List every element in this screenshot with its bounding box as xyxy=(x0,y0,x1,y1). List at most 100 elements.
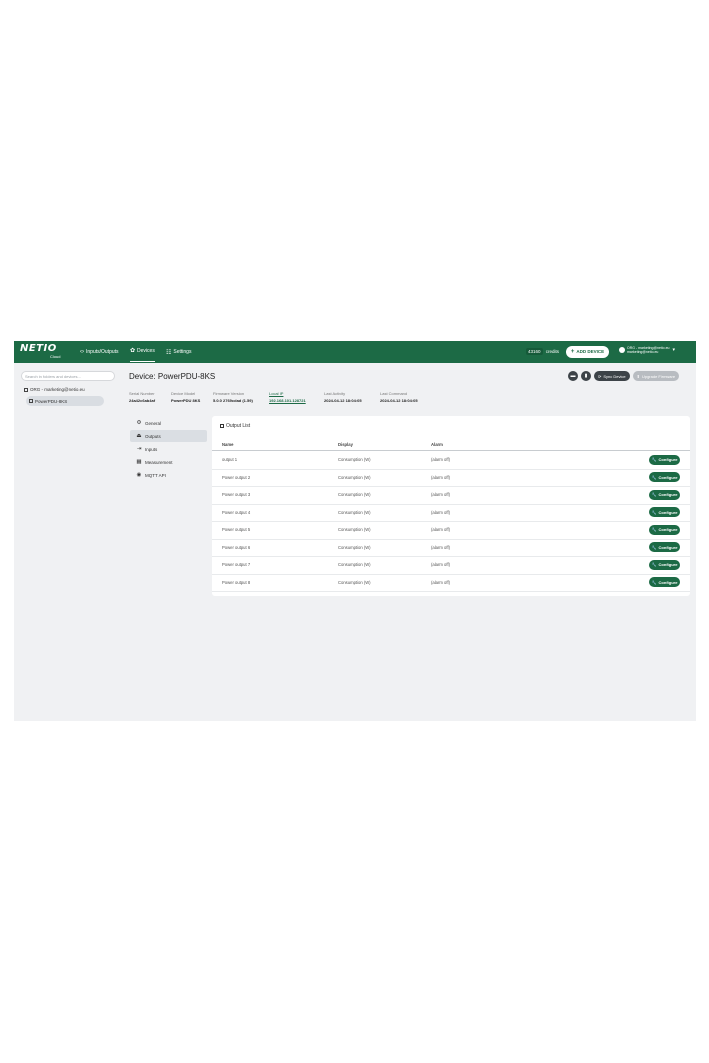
top-bar: NETIO Cloud ‹› Inputs/Outputs ✿ Devices … xyxy=(14,341,696,363)
output-alarm: (alarm off) xyxy=(431,474,451,480)
configure-button[interactable]: 🔧 Configure xyxy=(649,542,680,552)
output-name: Power output 4 xyxy=(222,509,251,515)
output-list-panel: Output List Name Display Alarm output 1 C… xyxy=(212,416,690,596)
folder-icon xyxy=(24,387,28,392)
wrench-icon: 🔧 xyxy=(651,474,657,480)
app-window: NETIO Cloud ‹› Inputs/Outputs ✿ Devices … xyxy=(14,341,696,721)
menu-inputs[interactable]: ⇥ Inputs xyxy=(130,443,207,455)
output-name: output 1 xyxy=(222,457,238,463)
output-alarm: (alarm off) xyxy=(431,527,451,533)
configure-button[interactable]: 🔧 Configure xyxy=(649,559,680,570)
chevron-down-icon: ▾ xyxy=(672,347,675,353)
tree-org-label: ORG - marketing@netio.eu xyxy=(30,387,85,392)
local-ip-link[interactable]: 192.168.101.128721 xyxy=(269,398,306,403)
info-model: Device Model PowerPDU 8KS xyxy=(171,391,200,403)
menu-general[interactable]: ⚙ General xyxy=(130,417,207,429)
panel-title: Output List xyxy=(226,423,251,429)
output-display: Consumption (W) xyxy=(338,544,371,550)
info-key: Last Activity xyxy=(324,391,346,396)
column-header-display: Display xyxy=(338,441,353,447)
output-alarm: (alarm off) xyxy=(431,562,451,568)
output-display: Consumption (W) xyxy=(338,457,371,463)
device-actions: ▬ ▮ ⟳ Sync Device ⬆ Upgrade Firmware xyxy=(568,371,680,381)
credits-value: 43160 xyxy=(526,348,543,355)
info-value: 2024-04-12 18:04:05 xyxy=(380,398,418,403)
output-name: Power output 7 xyxy=(222,562,251,568)
info-local-ip: Local IP 192.168.101.128721 xyxy=(269,391,306,403)
menu-measurement[interactable]: ▦ Measurement xyxy=(130,456,207,468)
info-value: 2024-04-12 18:04:05 xyxy=(324,398,362,403)
configure-button[interactable]: 🔧 Configure xyxy=(649,472,680,482)
api-icon: ◉ xyxy=(136,472,142,478)
configure-label: Configure xyxy=(658,492,678,497)
wrench-icon: 🔧 xyxy=(651,509,657,515)
table-row: output 1 Consumption (W) (alarm off) 🔧 Confi… xyxy=(212,451,690,470)
output-display: Consumption (W) xyxy=(338,562,371,568)
configure-button[interactable]: 🔧 Configure xyxy=(649,507,680,517)
output-name: Power output 2 xyxy=(222,474,251,480)
list-icon xyxy=(220,424,224,428)
output-display: Consumption (W) xyxy=(338,492,371,498)
info-firmware: Firmware Version 5.0.0 2769cdad (1.59) xyxy=(213,391,253,403)
output-display: Consumption (W) xyxy=(338,474,371,480)
configure-button[interactable]: 🔧 Configure xyxy=(649,454,680,465)
wrench-icon: 🔧 xyxy=(651,527,657,532)
folder-icon: ▬ xyxy=(570,373,576,379)
wrench-icon: 🔧 xyxy=(651,562,657,567)
sync-device-button[interactable]: ⟳ Sync Device xyxy=(594,371,630,381)
table-row: Power output 2 Consumption (W) (alarm off)… xyxy=(212,469,690,487)
nav-inputs-outputs[interactable]: ‹› Inputs/Outputs xyxy=(80,341,119,363)
tree-device-item[interactable]: PowerPDU-8KS xyxy=(26,396,104,406)
upgrade-firmware-button[interactable]: ⬆ Upgrade Firmware xyxy=(632,371,680,381)
configure-button[interactable]: 🔧 Configure xyxy=(649,489,680,500)
info-last-activity: Last Activity 2024-04-12 18:04:05 xyxy=(324,391,362,403)
output-alarm: (alarm off) xyxy=(431,544,451,550)
add-device-button[interactable]: + ADD DEVICE xyxy=(566,345,609,358)
search-placeholder: Search in folders and devices... xyxy=(25,373,81,379)
menu-label: General xyxy=(145,420,162,426)
configure-button[interactable]: 🔧 Configure xyxy=(649,524,680,535)
table-row: Power output 5 Consumption (W) (alarm off)… xyxy=(212,521,690,540)
configure-button[interactable]: 🔧 Configure xyxy=(649,577,680,587)
upgrade-label: Upgrade Firmware xyxy=(641,373,676,379)
upgrade-icon: ⬆ xyxy=(636,373,640,379)
device-icon xyxy=(29,399,33,403)
wrench-icon: 🔧 xyxy=(651,579,657,585)
wrench-icon: 🔧 xyxy=(651,544,657,550)
trash-icon: ▮ xyxy=(584,373,588,379)
wrench-icon: 🔧 xyxy=(651,492,657,497)
menu-label: MQTT API xyxy=(145,472,166,478)
nav-label: Devices xyxy=(137,347,155,354)
menu-mqtt-api[interactable]: ◉ MQTT API xyxy=(130,469,207,481)
nav-label: Settings xyxy=(173,349,192,355)
output-name: Power output 8 xyxy=(222,579,251,585)
output-name: Power output 5 xyxy=(222,527,251,533)
info-value: 5.0.0 2769cdad (1.59) xyxy=(213,398,253,403)
code-icon: ‹› xyxy=(80,349,84,355)
table-row: Power output 7 Consumption (W) (alarm off)… xyxy=(212,556,690,575)
output-display: Consumption (W) xyxy=(338,527,371,533)
netio-logo[interactable]: NETIO Cloud xyxy=(20,343,60,360)
nav-settings[interactable]: ☷ Settings xyxy=(166,341,191,363)
menu-label: Inputs xyxy=(145,446,158,452)
output-alarm: (alarm off) xyxy=(431,457,451,463)
tree-org-item[interactable]: ORG - marketing@netio.eu xyxy=(24,387,85,392)
logo-text: NETIO xyxy=(20,343,57,354)
page-title: Device: PowerPDU-8KS xyxy=(129,372,216,381)
nav-devices[interactable]: ✿ Devices xyxy=(130,341,155,362)
menu-outputs[interactable]: ⏏ Outputs xyxy=(130,430,207,442)
output-alarm: (alarm off) xyxy=(431,509,451,515)
output-alarm: (alarm off) xyxy=(431,492,451,498)
credits-label: credits xyxy=(545,349,560,354)
plus-icon: + xyxy=(570,348,575,355)
info-serial: Serial Number 24a42c6ab4af xyxy=(129,391,155,403)
table-row: Power output 4 Consumption (W) (alarm off)… xyxy=(212,504,690,522)
output-name: Power output 3 xyxy=(222,492,251,498)
menu-label: Measurement xyxy=(145,459,173,465)
folder-button[interactable]: ▬ xyxy=(568,371,578,381)
user-menu[interactable]: ORG - marketing@netio.eu marketing@netio… xyxy=(619,346,675,354)
info-value: PowerPDU 8KS xyxy=(171,398,201,403)
search-input[interactable]: Search in folders and devices... xyxy=(21,371,115,381)
output-name: Power output 6 xyxy=(222,544,251,550)
delete-button[interactable]: ▮ xyxy=(581,371,591,381)
